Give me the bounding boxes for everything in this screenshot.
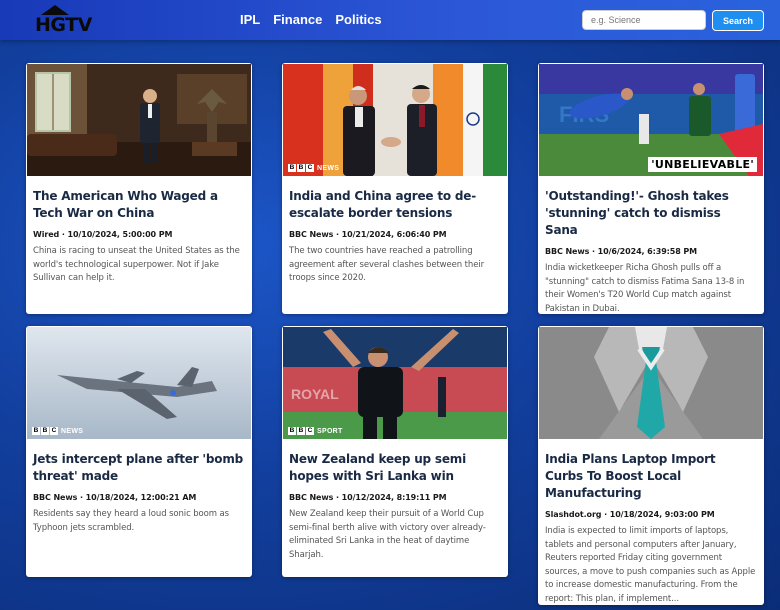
search-input[interactable]	[582, 10, 706, 30]
article-title[interactable]: The American Who Waged a Tech War on Chi…	[26, 188, 252, 222]
suit-and-tie-image	[539, 327, 763, 439]
article-description: Residents say they heard a loud sonic bo…	[33, 509, 229, 533]
article-description: India wicketkeeper Richa Ghosh pulls off…	[545, 263, 745, 314]
article-description: New Zealand keep their pursuit of a Worl…	[289, 509, 486, 560]
nav-links: IPL Finance Politics	[240, 12, 382, 27]
news-card[interactable]: India Plans Laptop Import Curbs To Boost…	[538, 326, 764, 605]
article-title[interactable]: New Zealand keep up semi hopes with Sri …	[282, 451, 508, 485]
bbc-news-badge: BBC NEWS	[32, 427, 84, 435]
bbc-news-badge: BBC NEWS	[288, 164, 340, 172]
article-thumbnail	[27, 64, 251, 176]
search-button[interactable]: Search	[712, 10, 764, 31]
bbc-sport-badge: BBC SPORT	[288, 427, 343, 435]
news-card[interactable]: BBC NEWS India and China agree to de-esc…	[282, 63, 508, 314]
svg-text:ROYAL: ROYAL	[291, 386, 339, 402]
hgtv-logo[interactable]: HGTV	[33, 5, 95, 36]
article-meta: Wired · 10/10/2024, 5:00:00 PM	[33, 230, 173, 239]
news-card[interactable]: BBC NEWS Jets intercept plane after 'bom…	[26, 326, 252, 577]
article-title[interactable]: 'Outstanding!'- Ghosh takes 'stunning' c…	[538, 188, 764, 239]
article-meta: BBC News · 10/18/2024, 12:00:21 AM	[33, 493, 197, 502]
nav-link-finance[interactable]: Finance	[273, 12, 322, 27]
article-description: India is expected to limit imports of la…	[545, 526, 756, 604]
office-portrait-image	[27, 64, 251, 176]
logo-text: HGTV	[35, 14, 92, 36]
article-thumbnail	[539, 327, 763, 439]
article-meta: BBC News · 10/12/2024, 8:19:11 PM	[289, 493, 447, 502]
article-title[interactable]: India Plans Laptop Import Curbs To Boost…	[538, 451, 764, 502]
overlay-caption: 'UNBELIEVABLE'	[648, 157, 757, 172]
article-thumbnail: BBC NEWS	[283, 64, 507, 176]
article-description: The two countries have reached a patroll…	[289, 246, 484, 283]
article-thumbnail: FIRS 'UNBELIEVABLE'	[539, 64, 763, 176]
news-card[interactable]: The American Who Waged a Tech War on Chi…	[26, 63, 252, 314]
nav-link-ipl[interactable]: IPL	[240, 12, 260, 27]
fighter-jet-image	[27, 327, 251, 439]
article-thumbnail: BBC NEWS	[27, 327, 251, 439]
nav-link-politics[interactable]: Politics	[335, 12, 381, 27]
top-navbar: HGTV IPL Finance Politics Search	[0, 0, 780, 40]
article-description: China is racing to unseat the United Sta…	[33, 246, 240, 283]
article-meta: Slashdot.org · 10/18/2024, 9:03:00 PM	[545, 510, 715, 519]
news-card[interactable]: FIRS 'UNBELIEVABLE' 'Outstanding!'- Ghos…	[538, 63, 764, 314]
article-meta: BBC News · 10/6/2024, 6:39:58 PM	[545, 247, 698, 256]
article-title[interactable]: Jets intercept plane after 'bomb threat'…	[26, 451, 252, 485]
news-card[interactable]: ROYAL BBC SPORT New Zealand keep up semi…	[282, 326, 508, 577]
article-thumbnail: ROYAL BBC SPORT	[283, 327, 507, 439]
cricketer-celebrating-image: ROYAL	[283, 327, 507, 439]
article-title[interactable]: India and China agree to de-escalate bor…	[282, 188, 508, 222]
article-meta: BBC News · 10/21/2024, 6:06:40 PM	[289, 230, 447, 239]
leaders-handshake-image	[283, 64, 507, 176]
